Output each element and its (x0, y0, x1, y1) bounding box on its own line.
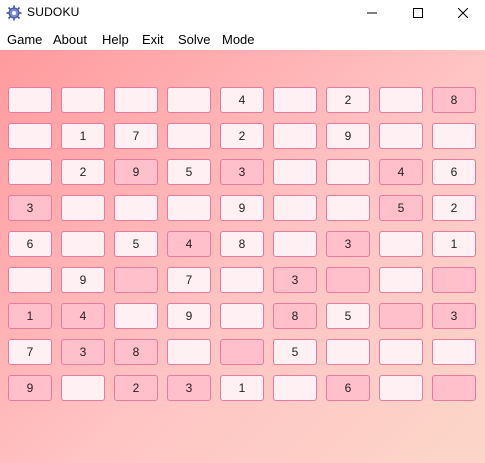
sudoku-cell-r3-c9[interactable]: 6 (432, 159, 476, 185)
sudoku-cell-r9-c9[interactable] (432, 375, 476, 401)
sudoku-cell-r5-c8[interactable] (379, 231, 423, 257)
sudoku-cell-r7-c3[interactable] (114, 303, 158, 329)
sudoku-cell-r9-c2[interactable] (61, 375, 105, 401)
sudoku-cell-r9-c6[interactable] (273, 375, 317, 401)
menu-bar: Game About Help Exit Solve Mode (0, 28, 485, 50)
sudoku-cell-r8-c6[interactable]: 5 (273, 339, 317, 365)
sudoku-cell-r3-c2[interactable]: 2 (61, 159, 105, 185)
sudoku-cell-r8-c9[interactable] (432, 339, 476, 365)
sudoku-cell-r6-c8[interactable] (379, 267, 423, 293)
sudoku-cell-r5-c3[interactable]: 5 (114, 231, 158, 257)
sudoku-cell-r9-c5[interactable]: 1 (220, 375, 264, 401)
sudoku-cell-r4-c3[interactable] (114, 195, 158, 221)
sudoku-cell-r1-c4[interactable] (167, 87, 211, 113)
sudoku-board: 4281729295346395265483197314985373859231… (0, 50, 485, 463)
sudoku-cell-r8-c1[interactable]: 7 (8, 339, 52, 365)
sudoku-cell-r3-c3[interactable]: 9 (114, 159, 158, 185)
sudoku-cell-r8-c2[interactable]: 3 (61, 339, 105, 365)
sudoku-cell-r9-c8[interactable] (379, 375, 423, 401)
sudoku-cell-r4-c2[interactable] (61, 195, 105, 221)
sudoku-cell-r6-c2[interactable]: 9 (61, 267, 105, 293)
sudoku-cell-r1-c8[interactable] (379, 87, 423, 113)
sudoku-cell-r4-c4[interactable] (167, 195, 211, 221)
sudoku-cell-r6-c5[interactable] (220, 267, 264, 293)
sudoku-cell-r6-c4[interactable]: 7 (167, 267, 211, 293)
sudoku-cell-r8-c3[interactable]: 8 (114, 339, 158, 365)
sudoku-cell-r3-c4[interactable]: 5 (167, 159, 211, 185)
sudoku-cell-r4-c6[interactable] (273, 195, 317, 221)
sudoku-cell-r5-c7[interactable]: 3 (326, 231, 370, 257)
window-title: SUDOKU (27, 5, 80, 19)
sudoku-cell-r5-c9[interactable]: 1 (432, 231, 476, 257)
sudoku-cell-r5-c2[interactable] (61, 231, 105, 257)
sudoku-cell-r3-c1[interactable] (8, 159, 52, 185)
minimize-button[interactable] (349, 0, 395, 26)
sudoku-cell-r4-c9[interactable]: 2 (432, 195, 476, 221)
close-button[interactable] (440, 0, 485, 26)
sudoku-cell-r1-c1[interactable] (8, 87, 52, 113)
menu-game[interactable]: Game (7, 32, 42, 47)
sudoku-cell-r6-c6[interactable]: 3 (273, 267, 317, 293)
sudoku-cell-r7-c9[interactable]: 3 (432, 303, 476, 329)
sudoku-cell-r3-c5[interactable]: 3 (220, 159, 264, 185)
sudoku-cell-r3-c8[interactable]: 4 (379, 159, 423, 185)
sudoku-cell-r6-c7[interactable] (326, 267, 370, 293)
sudoku-cell-r6-c3[interactable] (114, 267, 158, 293)
sudoku-cell-r7-c6[interactable]: 8 (273, 303, 317, 329)
sudoku-cell-r4-c8[interactable]: 5 (379, 195, 423, 221)
sudoku-cell-r8-c4[interactable] (167, 339, 211, 365)
sudoku-cell-r5-c6[interactable] (273, 231, 317, 257)
sudoku-cell-r2-c8[interactable] (379, 123, 423, 149)
sudoku-cell-r3-c6[interactable] (273, 159, 317, 185)
app-gear-icon (6, 5, 22, 21)
sudoku-cell-r9-c7[interactable]: 6 (326, 375, 370, 401)
sudoku-cell-r1-c6[interactable] (273, 87, 317, 113)
sudoku-cell-r2-c7[interactable]: 9 (326, 123, 370, 149)
sudoku-cell-r7-c7[interactable]: 5 (326, 303, 370, 329)
menu-help[interactable]: Help (102, 32, 129, 47)
menu-about[interactable]: About (53, 32, 87, 47)
menu-exit[interactable]: Exit (142, 32, 164, 47)
sudoku-cell-r5-c5[interactable]: 8 (220, 231, 264, 257)
sudoku-cell-r1-c9[interactable]: 8 (432, 87, 476, 113)
sudoku-cell-r5-c1[interactable]: 6 (8, 231, 52, 257)
sudoku-cell-r2-c9[interactable] (432, 123, 476, 149)
sudoku-cell-r2-c2[interactable]: 1 (61, 123, 105, 149)
sudoku-cell-r1-c2[interactable] (61, 87, 105, 113)
sudoku-cell-r8-c7[interactable] (326, 339, 370, 365)
sudoku-cell-r2-c4[interactable] (167, 123, 211, 149)
sudoku-cell-r8-c8[interactable] (379, 339, 423, 365)
sudoku-cell-r7-c1[interactable]: 1 (8, 303, 52, 329)
title-bar: SUDOKU (0, 0, 485, 26)
sudoku-cell-r1-c5[interactable]: 4 (220, 87, 264, 113)
sudoku-cell-r6-c1[interactable] (8, 267, 52, 293)
sudoku-cell-r9-c1[interactable]: 9 (8, 375, 52, 401)
maximize-icon (413, 8, 423, 18)
sudoku-cell-r3-c7[interactable] (326, 159, 370, 185)
sudoku-cell-r9-c3[interactable]: 2 (114, 375, 158, 401)
menu-solve[interactable]: Solve (178, 32, 211, 47)
sudoku-cell-r9-c4[interactable]: 3 (167, 375, 211, 401)
sudoku-cell-r5-c4[interactable]: 4 (167, 231, 211, 257)
sudoku-cell-r7-c2[interactable]: 4 (61, 303, 105, 329)
sudoku-cell-r1-c3[interactable] (114, 87, 158, 113)
sudoku-cell-r8-c5[interactable] (220, 339, 264, 365)
sudoku-cell-r4-c1[interactable]: 3 (8, 195, 52, 221)
sudoku-cell-r7-c4[interactable]: 9 (167, 303, 211, 329)
sudoku-cell-r7-c8[interactable] (379, 303, 423, 329)
sudoku-cell-r2-c6[interactable] (273, 123, 317, 149)
sudoku-cell-r7-c5[interactable] (220, 303, 264, 329)
maximize-button[interactable] (395, 0, 441, 26)
minimize-icon (367, 12, 377, 14)
sudoku-cell-r2-c1[interactable] (8, 123, 52, 149)
sudoku-cell-r2-c5[interactable]: 2 (220, 123, 264, 149)
menu-mode[interactable]: Mode (222, 32, 255, 47)
sudoku-cell-r4-c7[interactable] (326, 195, 370, 221)
sudoku-cell-r4-c5[interactable]: 9 (220, 195, 264, 221)
close-icon (458, 8, 468, 18)
sudoku-cell-r6-c9[interactable] (432, 267, 476, 293)
sudoku-cell-r2-c3[interactable]: 7 (114, 123, 158, 149)
sudoku-cell-r1-c7[interactable]: 2 (326, 87, 370, 113)
